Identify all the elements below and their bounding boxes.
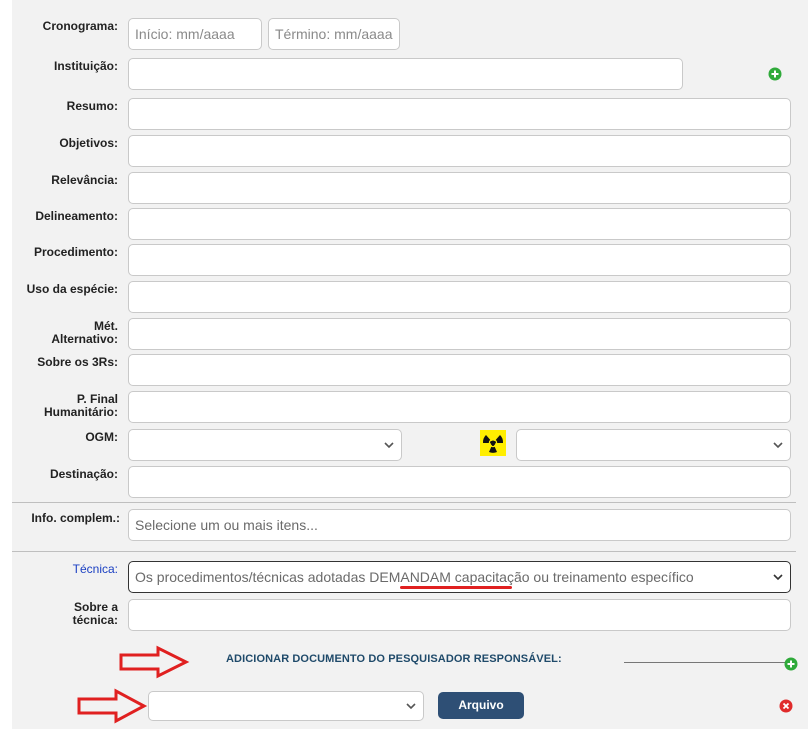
objetivos-label: Objetivos: [59,136,118,150]
relevancia-input[interactable] [128,172,791,204]
sobre-3rs-label: Sobre os 3Rs: [37,355,118,369]
resumo-label: Resumo: [66,99,118,113]
destinacao-input[interactable] [128,466,791,498]
met-alternativo-label: Mét. Alternativo: [10,320,118,346]
p-final-input[interactable] [128,391,791,423]
p-final-label: P. Final Humanitário: [10,393,118,419]
uso-especie-label: Uso da espécie: [26,282,118,296]
remove-document-icon[interactable] [779,699,793,713]
relevancia-label: Relevância: [51,173,118,187]
met-alternativo-input[interactable] [128,318,791,350]
arquivo-button[interactable]: Arquivo [438,692,524,719]
sobre-tecnica-label-line2: técnica: [72,613,118,627]
sobre-tecnica-input[interactable] [128,599,791,631]
cronograma-label: Cronograma: [42,19,118,33]
instituicao-label: Instituição: [53,59,118,73]
info-complem-multiselect[interactable]: Selecione um ou mais itens... [128,509,791,541]
sobre-tecnica-label: Sobre a técnica: [10,601,118,627]
chevron-down-icon [406,703,416,710]
add-document-heading: ADICIONAR DOCUMENTO DO PESQUISADOR RESPO… [226,653,562,665]
ogm-label: OGM: [85,430,118,444]
radiation-hazard-icon [480,430,506,456]
chevron-down-icon [384,442,394,449]
start-date-input[interactable]: Início: mm/aaaa [128,18,262,50]
procedimento-label: Procedimento: [33,245,118,259]
start-date-placeholder: Início: mm/aaaa [135,26,235,42]
objetivos-input[interactable] [128,135,791,167]
demandam-underline-annotation [400,586,512,589]
tecnica-selected-value: Os procedimentos/técnicas adotadas DEMAN… [135,569,694,585]
chevron-down-icon [773,442,783,449]
instituicao-input[interactable] [128,58,683,90]
chevron-down-icon [773,574,783,581]
end-date-input[interactable]: Término: mm/aaaa [268,18,400,50]
arrow-right-annotation-icon [77,688,148,724]
add-institution-icon[interactable] [768,67,782,81]
resumo-input[interactable] [128,98,791,130]
heading-rule [624,662,792,663]
document-type-select[interactable] [148,691,424,721]
add-document-icon[interactable] [784,657,798,671]
ogm-hazard-select[interactable] [516,429,791,461]
sobre-3rs-input[interactable] [128,354,791,386]
arrow-right-annotation-icon [119,645,190,679]
section-divider [12,551,796,552]
delineamento-label: Delineamento: [35,209,118,223]
p-final-label-line2: Humanitário: [43,405,118,419]
section-divider [12,502,796,503]
met-alternativo-label-line2: Alternativo: [51,332,118,346]
delineamento-input[interactable] [128,208,791,240]
procedimento-input[interactable] [128,244,791,276]
tecnica-label: Técnica: [72,562,118,576]
uso-especie-input[interactable] [128,281,791,313]
end-date-placeholder: Término: mm/aaaa [275,26,393,42]
destinacao-label: Destinação: [49,467,118,481]
info-complem-placeholder: Selecione um ou mais itens... [135,517,318,533]
info-complem-label: Info. complem.: [31,511,120,525]
ogm-select[interactable] [128,429,402,461]
